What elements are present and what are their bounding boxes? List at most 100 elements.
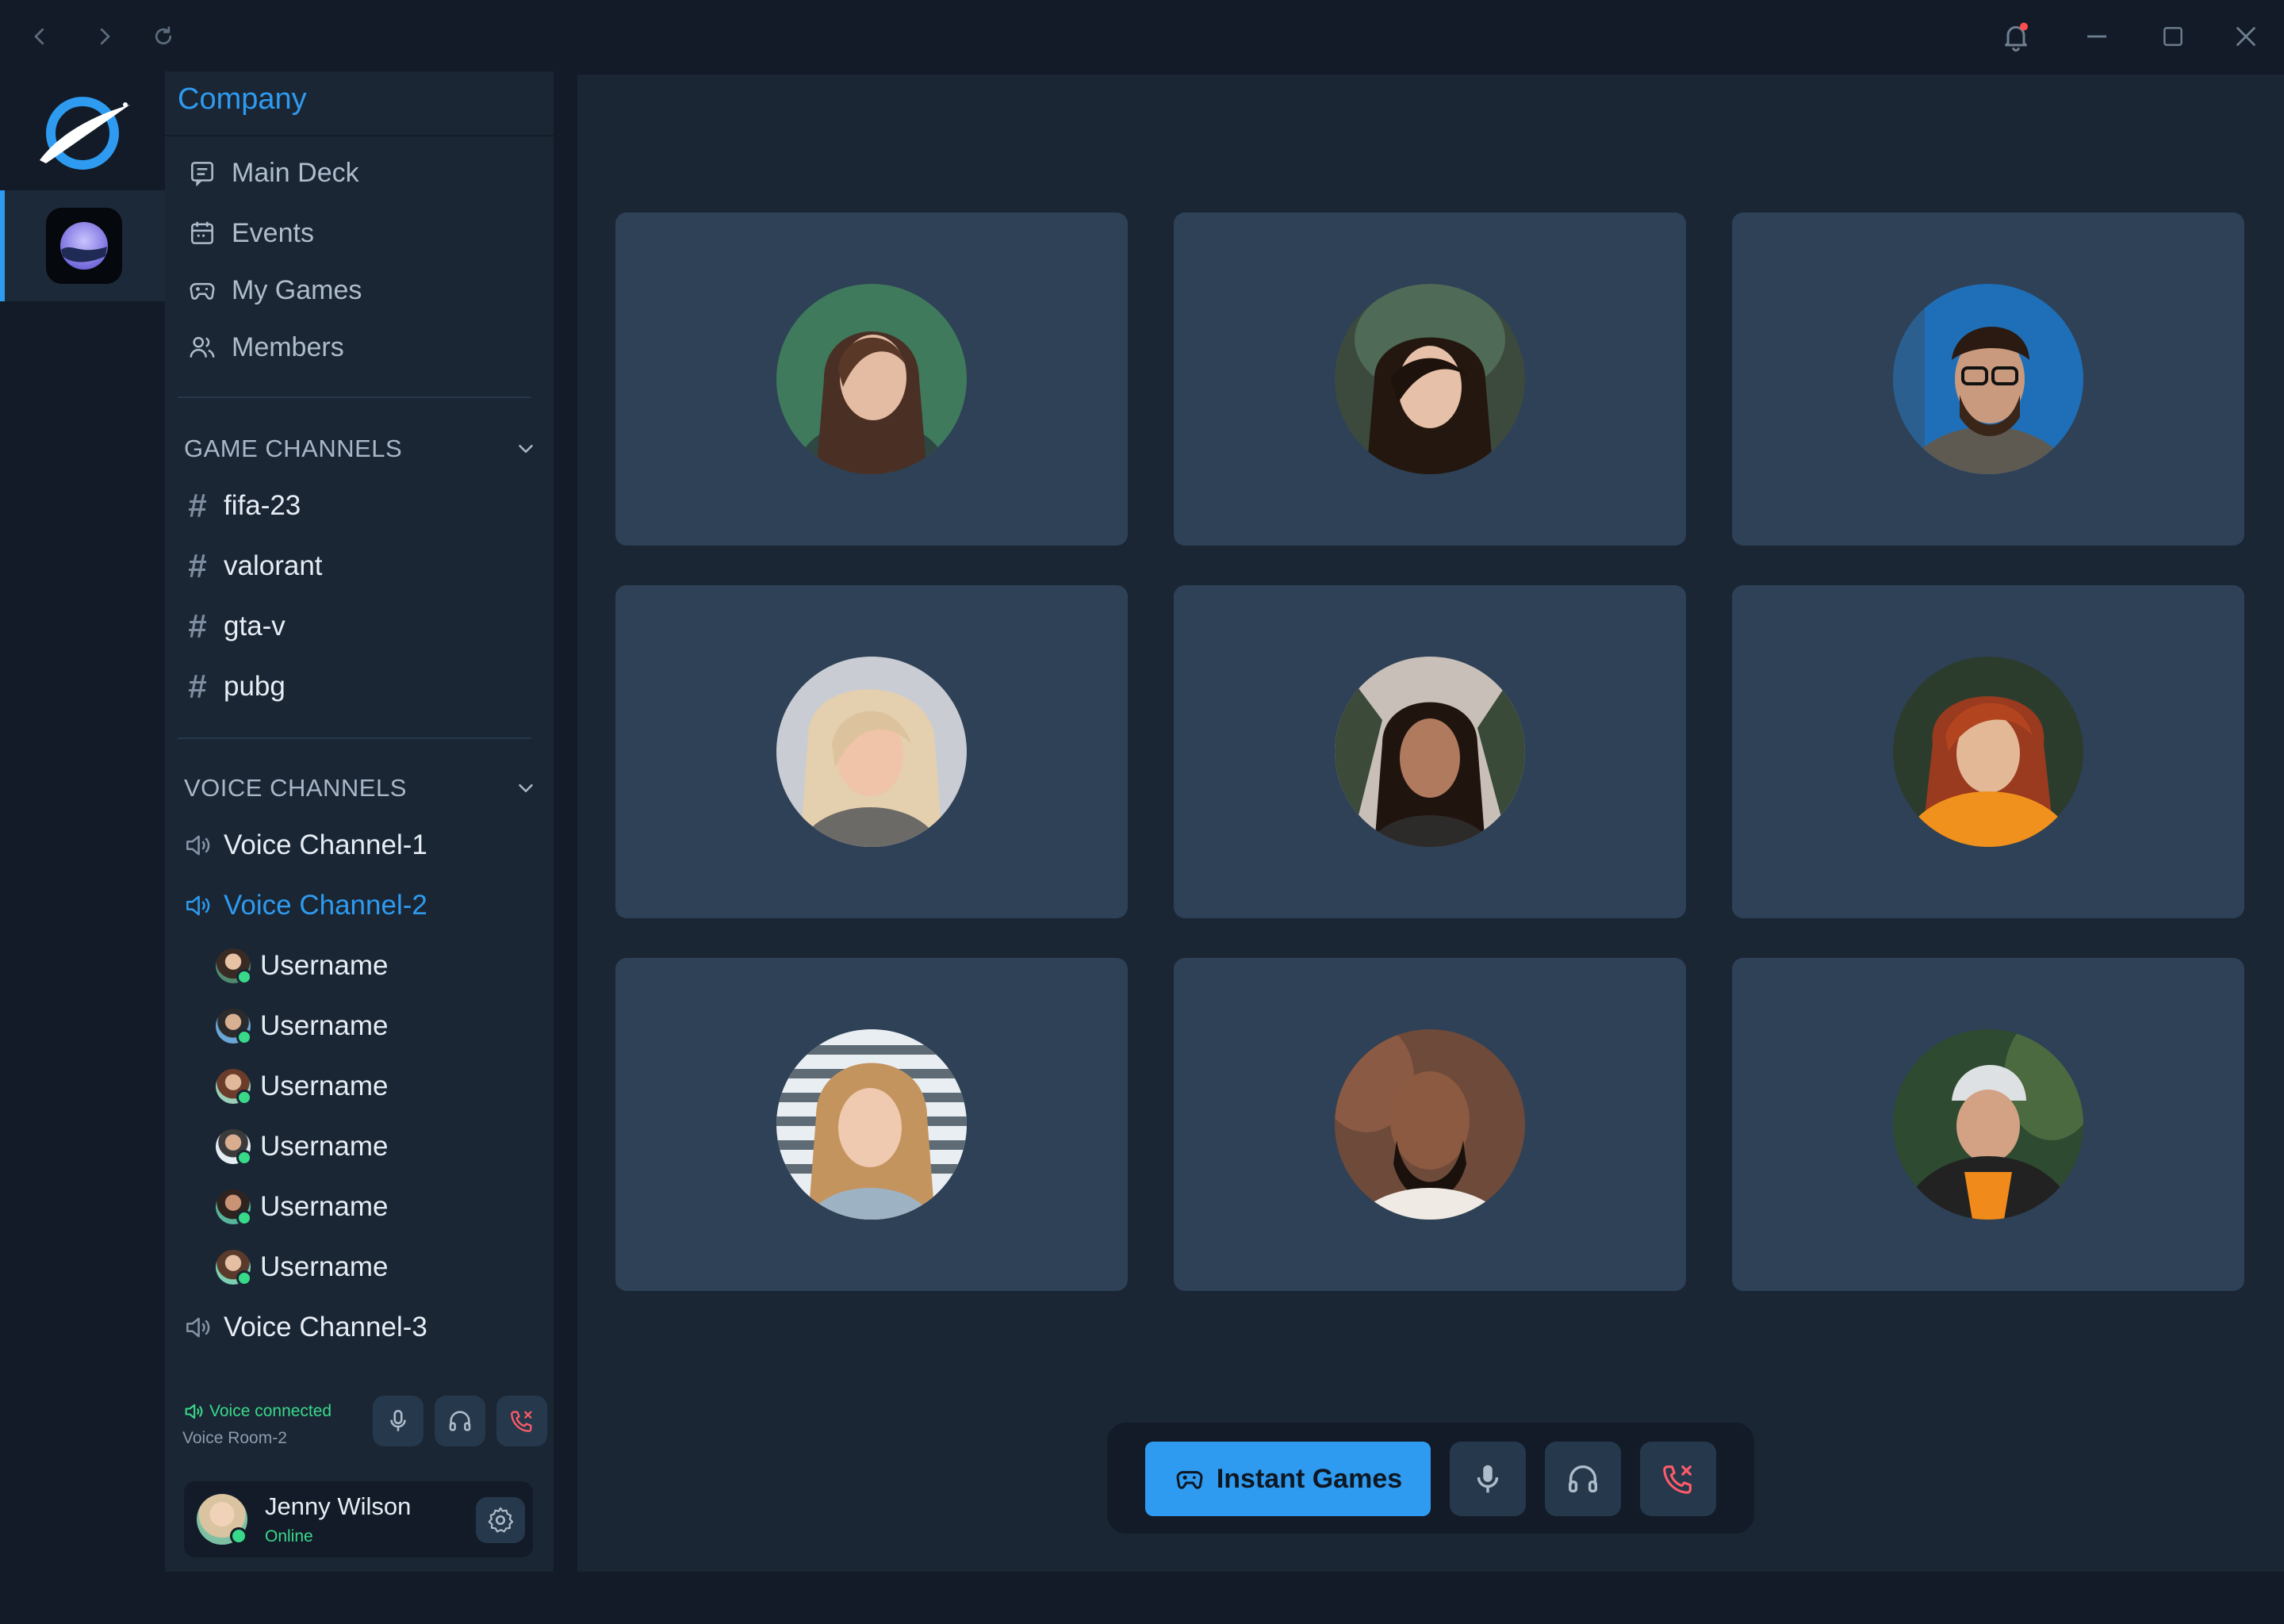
channel-label: Voice Channel-3 bbox=[224, 1312, 427, 1342]
participant-avatar bbox=[776, 657, 967, 847]
voice-channel-3[interactable]: Voice Channel-3 bbox=[182, 1304, 427, 1351]
divider bbox=[178, 396, 531, 398]
avatar bbox=[216, 1129, 252, 1166]
online-dot bbox=[236, 1270, 252, 1286]
online-dot bbox=[236, 1090, 252, 1105]
username-label: Username bbox=[260, 1191, 389, 1222]
username-label: Username bbox=[260, 1251, 389, 1282]
close-icon[interactable] bbox=[2227, 17, 2265, 56]
forward-icon[interactable] bbox=[86, 17, 124, 56]
participant-tile[interactable] bbox=[1732, 213, 2244, 546]
chevron-down-icon[interactable] bbox=[514, 776, 538, 800]
avatar bbox=[216, 1189, 252, 1226]
online-dot bbox=[236, 1210, 252, 1226]
voice-status: Voice connected bbox=[182, 1400, 331, 1423]
avatar bbox=[216, 1009, 252, 1045]
headphones-button[interactable] bbox=[1545, 1442, 1621, 1516]
online-dot bbox=[236, 1150, 252, 1166]
chevron-down-icon[interactable] bbox=[514, 437, 538, 461]
participant-avatar bbox=[1335, 657, 1525, 847]
mic-icon bbox=[1470, 1461, 1506, 1497]
participant-tile[interactable] bbox=[615, 213, 1128, 546]
speaker-icon bbox=[182, 1400, 205, 1423]
voice-member[interactable]: Username bbox=[216, 1183, 388, 1231]
hash-icon: # bbox=[188, 547, 207, 584]
channel-label: Voice Channel-1 bbox=[224, 829, 427, 860]
voice-room-label: Voice Room-2 bbox=[182, 1429, 287, 1447]
app-logo bbox=[32, 81, 136, 186]
voice-member[interactable]: Username bbox=[216, 1063, 388, 1110]
nav-my-games[interactable]: My Games bbox=[187, 266, 362, 314]
current-user-card[interactable]: Jenny Wilson Online bbox=[184, 1481, 533, 1557]
mic-button[interactable] bbox=[1450, 1442, 1526, 1516]
company-name[interactable]: Company bbox=[178, 82, 307, 117]
participant-tile[interactable] bbox=[615, 958, 1128, 1291]
minimize-icon[interactable] bbox=[2078, 17, 2116, 56]
participant-avatar bbox=[1893, 657, 2083, 847]
avatar bbox=[216, 1250, 252, 1286]
hash-icon: # bbox=[188, 487, 207, 524]
participant-tile[interactable] bbox=[1732, 958, 2244, 1291]
bell-icon[interactable] bbox=[1997, 17, 2035, 56]
active-server-indicator bbox=[0, 190, 5, 301]
voice-channel-2[interactable]: Voice Channel-2 bbox=[182, 882, 427, 929]
channel-sidebar: Company Main Deck Events My Games Member… bbox=[165, 71, 554, 1572]
mic-icon bbox=[385, 1408, 412, 1434]
settings-button[interactable] bbox=[476, 1497, 525, 1543]
hang-up-button[interactable] bbox=[1640, 1442, 1716, 1516]
channel-label: Voice Channel-2 bbox=[224, 890, 427, 921]
hang-up-icon bbox=[508, 1408, 535, 1434]
maximize-icon[interactable] bbox=[2154, 17, 2192, 56]
online-dot bbox=[230, 1527, 247, 1545]
voice-channel-1[interactable]: Voice Channel-1 bbox=[182, 822, 427, 869]
disconnect-button[interactable] bbox=[496, 1396, 547, 1446]
nav-events[interactable]: Events bbox=[187, 209, 314, 257]
gear-icon bbox=[485, 1505, 515, 1535]
channel-label: valorant bbox=[224, 550, 323, 581]
headphones-button[interactable] bbox=[435, 1396, 485, 1446]
voice-member[interactable]: Username bbox=[216, 1123, 388, 1170]
back-icon[interactable] bbox=[21, 17, 59, 56]
reload-icon[interactable] bbox=[144, 17, 182, 56]
channel-valorant[interactable]: # valorant bbox=[182, 542, 323, 590]
user-status: Online bbox=[265, 1527, 313, 1545]
divider bbox=[178, 737, 531, 739]
participant-tile[interactable] bbox=[1174, 585, 1686, 918]
members-icon bbox=[187, 332, 217, 362]
gamepad-icon bbox=[187, 275, 217, 305]
nav-main-deck[interactable]: Main Deck bbox=[187, 149, 359, 197]
username-label: Username bbox=[260, 950, 389, 981]
participant-tile[interactable] bbox=[1174, 958, 1686, 1291]
online-dot bbox=[236, 969, 252, 985]
nav-label: Members bbox=[232, 331, 344, 362]
participant-avatar bbox=[1335, 284, 1525, 474]
participant-avatar bbox=[1893, 1029, 2083, 1220]
voice-channels-header[interactable]: VOICE CHANNELS bbox=[184, 768, 538, 809]
instant-games-label: Instant Games bbox=[1216, 1463, 1403, 1494]
channel-fifa-23[interactable]: # fifa-23 bbox=[182, 482, 301, 530]
voice-member[interactable]: Username bbox=[216, 1002, 388, 1050]
channel-gta-v[interactable]: # gta-v bbox=[182, 603, 286, 650]
channel-pubg[interactable]: # pubg bbox=[182, 663, 286, 710]
participant-avatar bbox=[776, 284, 967, 474]
hash-icon: # bbox=[188, 668, 207, 705]
user-name: Jenny Wilson bbox=[265, 1492, 412, 1520]
participant-tile[interactable] bbox=[1732, 585, 2244, 918]
channel-label: pubg bbox=[224, 671, 286, 702]
speaker-icon bbox=[182, 830, 213, 860]
participant-tile[interactable] bbox=[615, 585, 1128, 918]
voice-member[interactable]: Username bbox=[216, 942, 388, 990]
mic-button[interactable] bbox=[373, 1396, 423, 1446]
instant-games-button[interactable]: Instant Games bbox=[1145, 1442, 1431, 1516]
title-bar bbox=[0, 0, 2284, 73]
speaker-icon bbox=[182, 1312, 213, 1342]
server-icon[interactable] bbox=[46, 208, 122, 284]
participant-tile[interactable] bbox=[1174, 213, 1686, 546]
voice-status-label: Voice connected bbox=[209, 1402, 332, 1420]
voice-connection-panel: Voice connected Voice Room-2 bbox=[182, 1396, 547, 1459]
speaker-icon bbox=[182, 891, 213, 921]
section-title: VOICE CHANNELS bbox=[184, 774, 407, 802]
nav-members[interactable]: Members bbox=[187, 324, 344, 371]
voice-member[interactable]: Username bbox=[216, 1243, 388, 1291]
game-channels-header[interactable]: GAME CHANNELS bbox=[184, 428, 538, 469]
